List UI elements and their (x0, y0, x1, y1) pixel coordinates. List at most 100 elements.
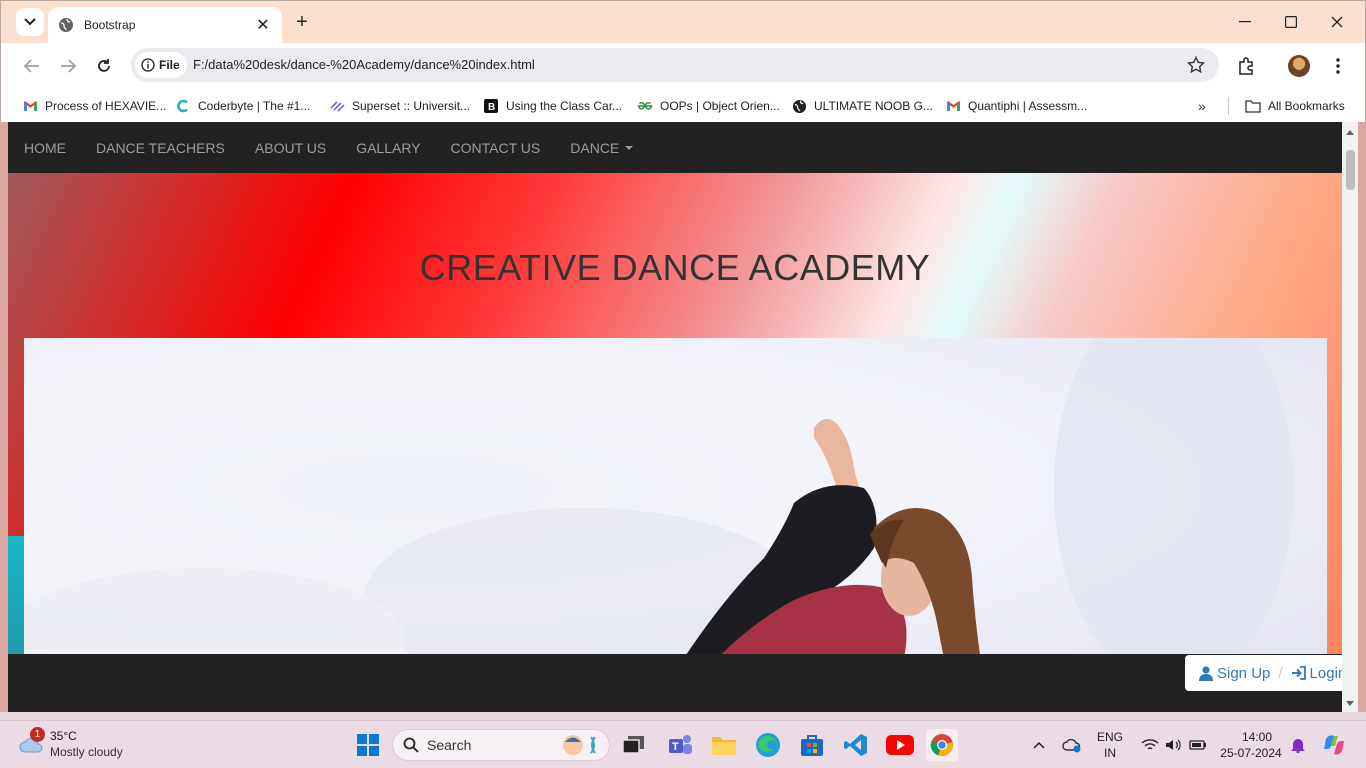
nav-contact-us[interactable]: CONTACT US (436, 122, 556, 173)
login-link[interactable]: Login (1291, 665, 1342, 682)
weather-description: Mostly cloudy (50, 745, 123, 759)
all-bookmarks-button[interactable]: All Bookmarks (1245, 94, 1345, 118)
nav-dance-teachers[interactable]: DANCE TEACHERS (81, 122, 240, 173)
store-app[interactable] (796, 729, 828, 761)
clock[interactable]: 14:00 25-07-2024 (1220, 730, 1282, 760)
bootstrap-icon: B (483, 98, 499, 114)
vscode-icon (844, 734, 867, 756)
svg-text:B: B (488, 102, 495, 113)
teams-app[interactable]: T (664, 729, 696, 761)
page-viewport: HOME DANCE TEACHERS ABOUT US GALLARY CON… (8, 122, 1342, 712)
globe-icon (59, 18, 73, 32)
language-indicator[interactable]: ENG IN (1094, 730, 1126, 760)
maximize-button[interactable] (1268, 7, 1314, 37)
bookmarks-divider (1228, 97, 1229, 115)
scroll-up-arrow-icon[interactable] (1346, 130, 1354, 135)
task-view-icon (623, 736, 644, 754)
bookmark-item[interactable]: Process of HEXAVIE... (22, 94, 166, 118)
tab-search-button[interactable] (16, 8, 44, 36)
page-scrollbar[interactable] (1342, 122, 1358, 712)
bookmark-item[interactable]: Superset :: Universit... (329, 94, 470, 118)
tab-strip: Bootstrap ✕ + (1, 1, 1365, 43)
bell-icon (1291, 739, 1305, 753)
reload-button[interactable] (91, 53, 117, 79)
bookmark-label: OOPs | Object Orien... (660, 99, 780, 113)
task-view-button[interactable] (618, 729, 650, 761)
nav-gallary[interactable]: GALLARY (341, 122, 435, 173)
chrome-app[interactable] (926, 729, 958, 761)
close-tab-icon[interactable]: ✕ (254, 16, 272, 34)
site-info-chip[interactable]: File (135, 52, 187, 78)
browser-menu-button[interactable] (1326, 54, 1350, 78)
browser-tab[interactable]: Bootstrap ✕ (48, 7, 282, 43)
quick-settings[interactable] (1134, 729, 1214, 761)
close-icon (1331, 16, 1343, 28)
info-icon (141, 58, 155, 72)
edge-icon (756, 733, 780, 757)
show-hidden-icons-button[interactable] (1026, 729, 1052, 761)
minimize-button[interactable] (1222, 7, 1268, 37)
profile-avatar (1288, 55, 1310, 77)
windows-taskbar: 1 35°C Mostly cloudy Search T ENG IN 14:… (0, 720, 1366, 768)
scroll-down-arrow-icon[interactable] (1346, 701, 1354, 706)
bookmark-label: Process of HEXAVIE... (45, 99, 167, 113)
close-window-button[interactable] (1314, 7, 1360, 37)
browser-window: Bootstrap ✕ + File F:/data%20desk/dance-… (0, 0, 1366, 123)
copilot-icon (1324, 735, 1344, 755)
nav-about-us[interactable]: ABOUT US (240, 122, 341, 173)
scrollbar-thumb[interactable] (1346, 150, 1355, 190)
start-button[interactable] (352, 729, 384, 761)
back-button[interactable] (19, 53, 45, 79)
reload-icon (98, 59, 110, 72)
onedrive-tray[interactable] (1058, 729, 1086, 761)
bookmark-item[interactable]: ULTIMATE NOOB G... (791, 94, 933, 118)
folder-icon (712, 737, 736, 755)
bookmark-item[interactable]: B Using the Class Car... (483, 94, 622, 118)
forward-button[interactable] (55, 53, 81, 79)
copilot-button[interactable] (1318, 729, 1350, 761)
bookmark-label: ULTIMATE NOOB G... (814, 99, 933, 113)
window-frame-left (0, 122, 8, 712)
chrome-icon (930, 734, 953, 757)
bookmark-star-icon[interactable] (1187, 56, 1205, 74)
folder-icon (1245, 98, 1261, 114)
browser-toolbar: File F:/data%20desk/dance-%20Academy/dan… (1, 43, 1365, 89)
address-bar[interactable]: File F:/data%20desk/dance-%20Academy/dan… (131, 48, 1219, 82)
coderbyte-icon (175, 98, 191, 114)
gmail-icon (945, 98, 961, 114)
youtube-icon (886, 735, 914, 755)
notifications-button[interactable] (1286, 729, 1310, 761)
nav-dance-dropdown[interactable]: DANCE (555, 122, 648, 173)
bookmark-item[interactable]: Quantiphi | Assessm... (945, 94, 1087, 118)
superset-icon (329, 98, 345, 114)
profile-button[interactable] (1287, 54, 1311, 78)
youtube-app[interactable] (884, 729, 916, 761)
user-icon (1199, 665, 1213, 681)
signup-link[interactable]: Sign Up (1199, 665, 1270, 682)
more-vertical-icon (1336, 58, 1340, 74)
extensions-button[interactable] (1234, 54, 1258, 78)
language-code: ENG (1096, 730, 1123, 744)
chevron-down-icon (24, 18, 36, 26)
site-footer: Sign Up / Login (8, 654, 1342, 712)
bookmark-item[interactable]: Coderbyte | The #1... (175, 94, 310, 118)
edge-app[interactable] (752, 729, 784, 761)
minimize-icon (1239, 21, 1251, 23)
file-explorer-app[interactable] (708, 729, 740, 761)
site-info-label: File (159, 58, 180, 72)
tab-title: Bootstrap (84, 18, 136, 32)
cloud-sync-icon (1062, 738, 1081, 753)
bookmark-label: Using the Class Car... (506, 99, 623, 113)
signup-label: Sign Up (1217, 664, 1271, 682)
volume-icon (1166, 739, 1181, 751)
bookmark-item[interactable]: OOPs | Object Orien... (637, 94, 780, 118)
nav-home[interactable]: HOME (9, 122, 81, 173)
new-tab-button[interactable]: + (291, 11, 313, 33)
taskbar-search[interactable]: Search (392, 729, 610, 761)
more-bookmarks-button[interactable]: » (1198, 98, 1206, 114)
svg-text:T: T (672, 741, 679, 753)
url-text[interactable]: F:/data%20desk/dance-%20Academy/dance%20… (193, 57, 535, 72)
vscode-app[interactable] (840, 729, 872, 761)
login-icon (1291, 666, 1306, 680)
search-icon (403, 737, 419, 753)
